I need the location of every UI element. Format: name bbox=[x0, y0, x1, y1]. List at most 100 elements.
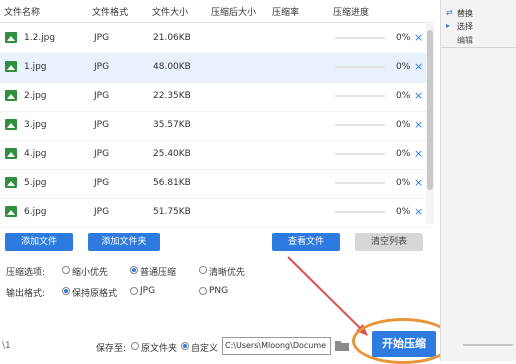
file-name: 2.jpg bbox=[24, 91, 47, 101]
file-format: JPG bbox=[94, 120, 110, 130]
table-row[interactable]: 4.jpg JPG 25.40KB 0% × bbox=[0, 140, 432, 170]
output-option-radio-1[interactable] bbox=[130, 287, 138, 295]
file-size: 35.57KB bbox=[153, 120, 191, 130]
save-to-label: 保存至: bbox=[96, 344, 127, 354]
remove-icon[interactable]: × bbox=[414, 60, 423, 73]
progress-bar bbox=[335, 95, 385, 97]
file-size: 22.35KB bbox=[153, 91, 191, 101]
select-icon: ▸ bbox=[446, 21, 451, 30]
output-format-label: 输出格式: bbox=[6, 289, 46, 299]
remove-icon[interactable]: × bbox=[414, 205, 423, 218]
ribbon-replace[interactable]: 替换 bbox=[457, 8, 473, 19]
ribbon-divider bbox=[441, 47, 516, 48]
image-file-icon bbox=[5, 61, 17, 72]
file-size: 51.75KB bbox=[153, 207, 191, 217]
file-name: 4.jpg bbox=[24, 149, 47, 159]
progress-percent: 0% bbox=[396, 178, 411, 188]
file-name: 1.2.jpg bbox=[24, 33, 56, 43]
progress-percent: 0% bbox=[396, 207, 411, 217]
save-path-input[interactable]: C:\Users\Mloong\Docume bbox=[222, 337, 331, 355]
file-format: JPG bbox=[94, 149, 110, 159]
progress-bar bbox=[335, 37, 385, 39]
file-name: 1.jpg bbox=[24, 62, 47, 72]
col-ratio[interactable]: 压缩率 bbox=[272, 5, 299, 18]
image-file-icon bbox=[5, 90, 17, 101]
file-name: 6.jpg bbox=[24, 207, 47, 217]
save-option-label-1[interactable]: 自定义 bbox=[191, 341, 218, 354]
progress-bar bbox=[335, 153, 385, 155]
highlight-ring bbox=[352, 318, 454, 364]
file-format: JPG bbox=[94, 178, 110, 188]
progress-bar bbox=[335, 211, 385, 213]
table-row[interactable]: 6.jpg JPG 51.75KB 0% × bbox=[0, 198, 432, 228]
file-format: JPG bbox=[94, 91, 110, 101]
table-scrollbar-thumb[interactable] bbox=[427, 30, 433, 190]
table-row[interactable]: 5.jpg JPG 56.81KB 0% × bbox=[0, 169, 432, 199]
col-progress[interactable]: 压缩进度 bbox=[333, 5, 369, 18]
file-size: 21.06KB bbox=[153, 33, 191, 43]
col-compressed-size[interactable]: 压缩后大小 bbox=[211, 5, 256, 18]
image-file-icon bbox=[5, 119, 17, 130]
table-row[interactable]: 2.jpg JPG 22.35KB 0% × bbox=[0, 82, 432, 112]
save-option-label-0[interactable]: 原文件夹 bbox=[141, 341, 177, 354]
file-format: JPG bbox=[94, 207, 110, 217]
compress-options-label: 压缩选项: bbox=[6, 268, 46, 278]
progress-percent: 0% bbox=[396, 149, 411, 159]
compress-option-label-0[interactable]: 缩小优先 bbox=[72, 265, 108, 278]
progress-percent: 0% bbox=[396, 120, 411, 130]
file-name: 3.jpg bbox=[24, 120, 47, 130]
save-option-radio-1[interactable] bbox=[181, 342, 189, 350]
remove-icon[interactable]: × bbox=[414, 89, 423, 102]
file-format: JPG bbox=[94, 33, 110, 43]
progress-percent: 0% bbox=[396, 33, 411, 43]
view-file-button[interactable]: 查看文件 bbox=[272, 233, 340, 251]
table-row[interactable]: 3.jpg JPG 35.57KB 0% × bbox=[0, 111, 432, 141]
table-row[interactable]: 1.2.jpg JPG 21.06KB 0% × bbox=[0, 24, 432, 54]
col-format[interactable]: 文件格式 bbox=[92, 5, 128, 18]
remove-icon[interactable]: × bbox=[414, 176, 423, 189]
output-option-label-0[interactable]: 保持原格式 bbox=[72, 286, 117, 299]
left-edge-text: \1 bbox=[2, 341, 11, 351]
ribbon-select[interactable]: 选择 bbox=[457, 21, 473, 32]
file-size: 25.40KB bbox=[153, 149, 191, 159]
folder-icon[interactable] bbox=[334, 338, 350, 352]
output-option-label-1[interactable]: JPG bbox=[140, 286, 155, 296]
progress-bar bbox=[335, 182, 385, 184]
file-format: JPG bbox=[94, 62, 110, 72]
remove-icon[interactable]: × bbox=[414, 118, 423, 131]
annotation-arrow-line bbox=[287, 256, 363, 331]
add-folder-button[interactable]: 添加文件夹 bbox=[88, 233, 160, 251]
output-option-radio-0[interactable] bbox=[62, 287, 70, 295]
compress-option-radio-2[interactable] bbox=[199, 266, 207, 274]
col-size[interactable]: 文件大小 bbox=[152, 5, 188, 18]
file-size: 48.00KB bbox=[153, 62, 191, 72]
output-option-radio-2[interactable] bbox=[199, 287, 207, 295]
ribbon-group-edit: 编辑 bbox=[457, 36, 473, 45]
progress-percent: 0% bbox=[396, 91, 411, 101]
compress-option-radio-1[interactable] bbox=[130, 266, 138, 274]
table-row[interactable]: 1.jpg JPG 48.00KB 0% × bbox=[0, 53, 432, 83]
add-file-button[interactable]: 添加文件 bbox=[5, 233, 73, 251]
image-file-icon bbox=[5, 32, 17, 43]
progress-bar bbox=[335, 66, 385, 68]
clear-list-button[interactable]: 清空列表 bbox=[355, 233, 423, 251]
progress-bar bbox=[335, 124, 385, 126]
file-size: 56.81KB bbox=[153, 178, 191, 188]
col-filename[interactable]: 文件名称 bbox=[4, 5, 40, 18]
right-ribbon-panel: 替换 ⇄ 选择 ▸ 编辑 bbox=[440, 0, 516, 361]
compress-option-label-2[interactable]: 清晰优先 bbox=[209, 265, 245, 278]
remove-icon[interactable]: × bbox=[414, 147, 423, 160]
zoom-slider[interactable] bbox=[463, 344, 513, 346]
compress-option-radio-0[interactable] bbox=[62, 266, 70, 274]
image-file-icon bbox=[5, 206, 17, 217]
compress-option-label-1[interactable]: 普通压缩 bbox=[140, 265, 176, 278]
progress-percent: 0% bbox=[396, 62, 411, 72]
replace-icon: ⇄ bbox=[446, 8, 453, 17]
image-file-icon bbox=[5, 177, 17, 188]
remove-icon[interactable]: × bbox=[414, 31, 423, 44]
image-file-icon bbox=[5, 148, 17, 159]
file-table-header: 文件名称 文件格式 文件大小 压缩后大小 压缩率 压缩进度 bbox=[0, 0, 432, 23]
output-option-label-2[interactable]: PNG bbox=[209, 286, 228, 296]
file-name: 5.jpg bbox=[24, 178, 47, 188]
save-option-radio-0[interactable] bbox=[131, 342, 139, 350]
